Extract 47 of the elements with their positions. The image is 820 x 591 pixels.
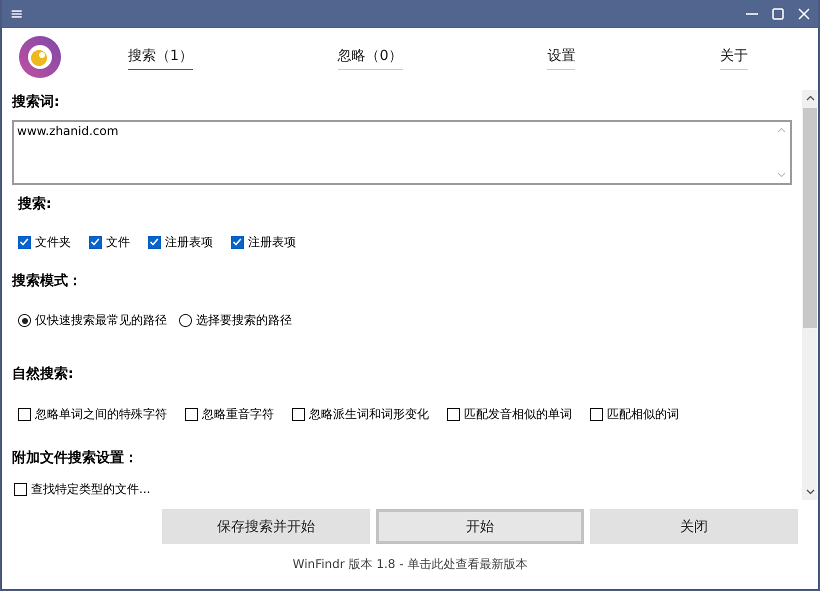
checkbox-label: 匹配相似的词 [607, 406, 679, 423]
menu-icon[interactable]: ≡ [10, 6, 24, 22]
checkbox-box[interactable] [18, 408, 31, 421]
checkbox-box[interactable] [447, 408, 460, 421]
radio-button[interactable] [179, 314, 192, 327]
checkbox-box[interactable] [231, 236, 244, 249]
version-link[interactable]: WinFindr 版本 1.8 - 单击此处查看最新版本 [292, 557, 528, 571]
tab[interactable]: 设置 [547, 44, 576, 70]
tab[interactable]: 忽略（0） [338, 44, 403, 70]
checkbox-label: 文件夹 [35, 234, 71, 251]
scroll-up-icon[interactable] [806, 95, 814, 101]
close-icon[interactable] [798, 8, 810, 20]
checkbox-box[interactable] [148, 236, 161, 249]
checkbox-label: 注册表项 [165, 234, 213, 251]
radio-option[interactable]: 选择要搜索的路径 [179, 312, 292, 329]
checkbox-box[interactable] [89, 236, 102, 249]
checkbox-label: 文件 [106, 234, 130, 251]
logo-icon [18, 35, 62, 79]
maximize-icon[interactable] [772, 8, 784, 20]
dialog-button[interactable]: 开始 [376, 509, 584, 544]
dialog-button[interactable]: 保存搜索并开始 [162, 509, 370, 544]
checkbox[interactable]: 文件夹 [18, 234, 71, 251]
section-heading: 自然搜索: [12, 365, 75, 383]
section-heading: 搜索模式： [12, 272, 83, 290]
checkbox-box[interactable] [14, 483, 27, 496]
scrollbar-thumb[interactable] [803, 108, 817, 328]
checkbox-label: 注册表项 [248, 234, 296, 251]
scrollbar[interactable] [802, 90, 818, 500]
checkbox[interactable]: 文件 [89, 234, 130, 251]
checkbox[interactable]: 匹配相似的词 [590, 406, 679, 423]
scroll-down-icon[interactable] [806, 489, 814, 495]
checkbox[interactable]: 注册表项 [231, 234, 296, 251]
checkbox-box[interactable] [185, 408, 198, 421]
section-heading: 附加文件搜索设置： [12, 449, 139, 467]
checkbox-label: 忽略重音字符 [202, 406, 274, 423]
tab[interactable]: 搜索（1） [128, 44, 193, 70]
checkbox[interactable]: 注册表项 [148, 234, 213, 251]
radio-button[interactable] [18, 314, 31, 327]
tab[interactable]: 关于 [720, 44, 748, 70]
checkbox-box[interactable] [590, 408, 603, 421]
checkbox-box[interactable] [18, 236, 31, 249]
checkbox-box[interactable] [292, 408, 305, 421]
checkbox[interactable]: 忽略重音字符 [185, 406, 274, 423]
radio-label: 选择要搜索的路径 [196, 312, 292, 329]
section-heading: 搜索: [18, 195, 53, 213]
dialog-button[interactable]: 关闭 [590, 509, 798, 544]
section-heading: 搜索词: [12, 93, 61, 111]
